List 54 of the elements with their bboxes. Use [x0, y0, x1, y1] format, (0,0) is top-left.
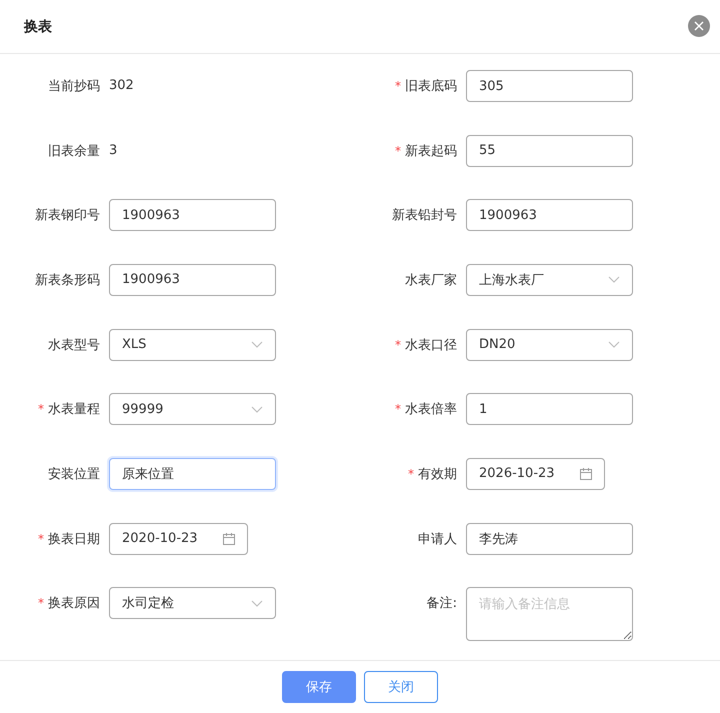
input-field[interactable]: 原来位置	[109, 458, 276, 490]
required-mark: *	[395, 144, 401, 158]
required-mark: *	[38, 402, 44, 416]
input-field[interactable]: 1900963	[466, 199, 633, 232]
field-label: 水表口径	[405, 336, 457, 354]
chevron-down-icon	[251, 341, 263, 348]
field-label: 旧表底码	[405, 78, 457, 95]
field-label: 新表起码	[405, 142, 457, 160]
select-field[interactable]: XLS	[109, 328, 276, 361]
field-label: 新表铅封号	[392, 207, 457, 224]
field-label: 安装位置	[48, 466, 100, 483]
calendar-icon	[580, 468, 592, 480]
select-field[interactable]: 99999	[109, 393, 276, 426]
field-label: 新表条形码	[35, 272, 100, 289]
select-field[interactable]: 水司定检	[109, 587, 276, 620]
field-label: 水表倍率	[405, 401, 457, 418]
field-label: 新表钢印号	[35, 207, 100, 224]
field-label: 换表原因	[48, 595, 100, 612]
input-field[interactable]: 1900963	[109, 264, 276, 296]
field-label: 水表厂家	[405, 272, 457, 289]
required-mark: *	[38, 532, 44, 546]
required-mark: *	[38, 596, 44, 610]
input-field[interactable]: 1	[466, 393, 633, 426]
field-value: 302	[109, 77, 134, 95]
required-mark: *	[395, 402, 401, 416]
remarks-field[interactable]: 请输入备注信息	[466, 587, 633, 642]
field-label: 申请人	[418, 530, 457, 548]
field-label: 水表型号	[48, 336, 100, 354]
field-label: 当前抄码	[48, 78, 100, 95]
required-mark: *	[395, 79, 401, 93]
chevron-down-icon	[608, 341, 620, 348]
field-label: 旧表余量	[48, 142, 100, 160]
input-field[interactable]: 55	[466, 134, 633, 167]
required-mark: *	[408, 466, 414, 481]
dialog-title: 换表	[24, 18, 52, 36]
close-button[interactable]	[688, 14, 710, 36]
field-value: 3	[109, 142, 118, 160]
required-mark: *	[395, 338, 401, 352]
chevron-down-icon	[251, 600, 263, 607]
select-field[interactable]: 上海水表厂	[466, 264, 633, 296]
chevron-down-icon	[251, 406, 263, 413]
calendar-icon	[223, 532, 235, 545]
input-field[interactable]: 1900963	[109, 199, 276, 232]
field-label: 有效期	[418, 466, 457, 483]
field-label: 备注:	[426, 595, 457, 612]
input-field[interactable]: 305	[466, 70, 633, 102]
date-field[interactable]: 2026-10-23	[466, 458, 605, 490]
field-label: 水表量程	[48, 401, 100, 418]
input-field[interactable]: 李先涛	[466, 522, 633, 555]
field-label: 换表日期	[48, 530, 100, 548]
select-field[interactable]: DN20	[466, 328, 633, 361]
date-field[interactable]: 2020-10-23	[109, 522, 248, 555]
close-icon	[694, 20, 704, 30]
chevron-down-icon	[608, 276, 620, 284]
